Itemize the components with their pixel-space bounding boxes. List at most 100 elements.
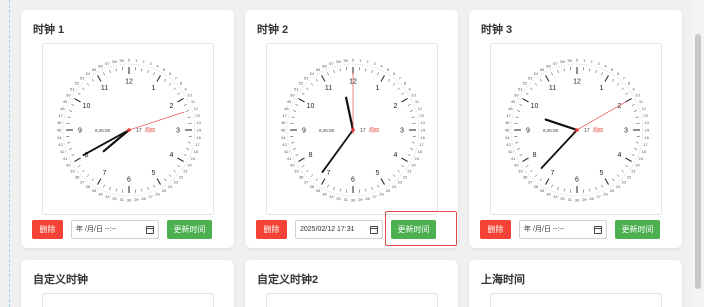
delete-button[interactable]: 删除 <box>32 220 63 239</box>
hour-number: 11 <box>549 85 556 92</box>
minute-number: 29 <box>134 197 139 202</box>
minute-tick <box>153 184 155 188</box>
hour-tick <box>298 98 305 103</box>
minute-number: 17 <box>643 142 648 147</box>
datetime-input[interactable]: 年 /月/日 --:-- <box>71 220 159 239</box>
minute-number: 29 <box>358 197 363 202</box>
minute-number: 10 <box>411 93 416 98</box>
minute-tick <box>401 92 405 95</box>
minute-tick <box>141 188 143 192</box>
calendar-icon[interactable] <box>146 226 154 234</box>
analog-clock: 0 1 2 3456789101112131415161718192021222324… <box>281 58 426 203</box>
minute-number: 33 <box>329 194 334 199</box>
minute-tick <box>539 78 542 82</box>
minute-tick <box>392 174 396 177</box>
minute-number: 58 <box>112 59 117 64</box>
delete-button[interactable]: 删除 <box>256 220 287 239</box>
minute-number: 56 <box>98 64 103 69</box>
hour-tick <box>156 75 161 82</box>
minute-number: 28 <box>589 196 594 201</box>
minute-number: 28 <box>365 196 370 201</box>
scrollbar-thumb[interactable] <box>695 34 701 289</box>
minute-tick <box>82 87 85 91</box>
hour-number: 9 <box>78 128 82 135</box>
minute-tick <box>551 184 553 188</box>
hour-number: 8 <box>533 152 537 159</box>
minute-tick <box>635 116 639 118</box>
minute-number: 38 <box>523 174 528 179</box>
minute-hand <box>82 129 130 156</box>
minute-tick <box>91 178 94 182</box>
update-time-button[interactable]: 更新时间 <box>615 220 660 239</box>
minute-number: 53 <box>528 75 533 80</box>
minute-number: 52 <box>523 81 528 86</box>
minute-number: 21 <box>183 169 188 174</box>
hour-number: 3 <box>400 128 404 135</box>
minute-tick <box>407 154 411 156</box>
minute-number: 54 <box>86 71 91 76</box>
datetime-value: 年 /月/日 --:-- <box>76 226 117 233</box>
minute-number: 52 <box>299 81 304 86</box>
minute-number: 44 <box>281 135 286 140</box>
minute-tick <box>315 178 318 182</box>
minute-number: 30 <box>127 198 132 203</box>
update-time-button[interactable]: 更新时间 <box>167 220 212 239</box>
minute-number: 32 <box>112 196 117 201</box>
vertical-scrollbar[interactable] <box>692 0 704 307</box>
digital-time-label: 8:25:08 <box>319 128 335 133</box>
minute-number: 52 <box>75 81 80 86</box>
hour-number: 6 <box>351 177 355 184</box>
minute-number: 41 <box>63 156 68 161</box>
hour-number: 7 <box>327 170 331 177</box>
minute-number: 58 <box>560 59 565 64</box>
minute-number: 23 <box>398 180 403 185</box>
clock-title: 上海时间 <box>481 274 525 286</box>
minute-tick <box>633 110 637 112</box>
hour-number: 4 <box>169 152 173 159</box>
minute-tick <box>333 70 335 74</box>
minute-tick <box>103 184 105 188</box>
minute-number: 59 <box>119 58 124 63</box>
calendar-icon[interactable] <box>594 226 602 234</box>
minute-number: 40 <box>514 163 519 168</box>
date-day-label: 17 <box>360 128 366 134</box>
minute-tick <box>551 72 553 76</box>
minute-number: 19 <box>415 156 420 161</box>
calendar-icon[interactable] <box>370 226 378 234</box>
minute-number: 43 <box>506 142 511 147</box>
minute-number: 54 <box>310 71 315 76</box>
minute-number: 55 <box>316 67 321 72</box>
minute-number: 15 <box>421 128 426 133</box>
center-pin <box>575 128 579 132</box>
minute-tick <box>625 92 629 95</box>
minute-number: 30 <box>575 198 580 203</box>
minute-number: 45 <box>505 128 510 133</box>
minute-number: 34 <box>98 191 103 196</box>
minute-tick <box>103 72 105 76</box>
digital-time-label: 8:25:08 <box>95 128 111 133</box>
minute-number: 1 <box>135 58 138 63</box>
minute-number: 59 <box>567 58 572 63</box>
hour-number: 7 <box>551 170 555 177</box>
minute-tick <box>168 83 172 86</box>
focus-highlight-box <box>385 211 457 246</box>
datetime-input[interactable]: 2025/02/12 17:31 <box>295 220 383 239</box>
minute-number: 43 <box>58 142 63 147</box>
minute-tick <box>69 148 73 150</box>
hour-tick <box>604 178 609 185</box>
analog-clock: 0 1 2 3456789101112131415161718192021222324… <box>505 58 650 203</box>
minute-tick <box>115 68 117 72</box>
minute-tick <box>82 169 85 173</box>
clock-face-container: 0 1 2 3 4 5 6 7 8 9 10 11 12 13 14 15 16 17 18 19 20 21 22 23 24… <box>42 43 214 215</box>
minute-number: 12 <box>417 106 422 111</box>
minute-number: 43 <box>282 142 287 147</box>
minute-tick <box>595 70 597 74</box>
delete-button[interactable]: 删除 <box>480 220 511 239</box>
minute-number: 42 <box>60 149 65 154</box>
minute-number: 25 <box>610 188 615 193</box>
datetime-input[interactable]: 年 /月/日 --:-- <box>519 220 607 239</box>
minute-tick <box>515 116 519 118</box>
minute-number: 35 <box>540 188 545 193</box>
minute-tick <box>183 104 187 106</box>
minute-number: 8 <box>404 81 407 86</box>
